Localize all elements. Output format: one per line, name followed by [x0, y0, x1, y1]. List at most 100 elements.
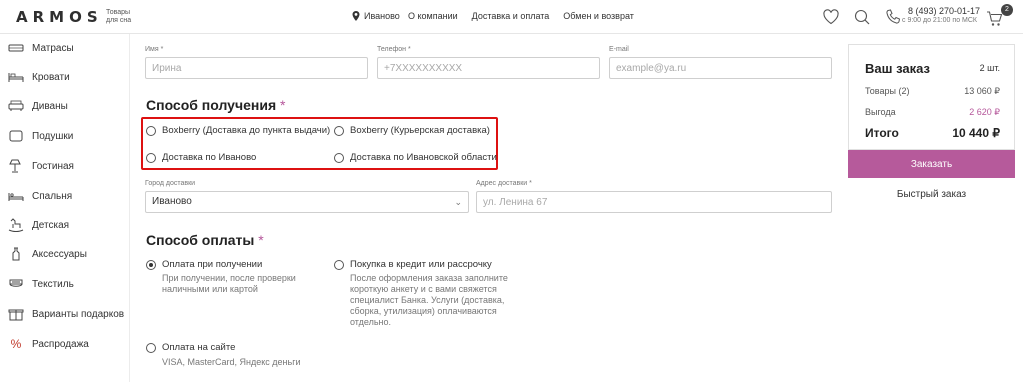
sidebar-item-label: Диваны [32, 100, 68, 112]
sidebar-item-beds[interactable]: Кровати [0, 63, 130, 91]
sidebar-item-label: Спальня [32, 190, 73, 202]
option-label: Boxberry (Курьерская доставка) [350, 125, 490, 136]
search-icon[interactable] [853, 8, 871, 26]
sidebar-item-label: Детская [32, 219, 70, 231]
logo-tagline-line1: Товары [106, 9, 131, 16]
quick-order-link[interactable]: Быстрый заказ [848, 189, 1015, 200]
radio-button[interactable] [146, 152, 156, 163]
order-summary-title: Ваш заказ [865, 61, 930, 76]
order-quantity: 2 шт. [979, 63, 1000, 73]
bed-icon [8, 70, 24, 84]
place-order-button[interactable]: Заказать [848, 150, 1015, 178]
address-field[interactable] [476, 191, 832, 213]
option-label: Доставка по Ивановской области [350, 152, 497, 163]
option-label: Оплата на сайте [162, 342, 236, 353]
required-mark: * [280, 97, 286, 113]
payment-option-credit[interactable]: Покупка в кредит или рассрочку [334, 259, 492, 270]
required-mark: * [258, 232, 264, 248]
radio-button[interactable] [334, 259, 344, 270]
sidebar-item-label: Матрасы [32, 42, 74, 54]
benefit-value: 2 620 ₽ [969, 107, 1000, 117]
delivery-option-boxberry-courier[interactable]: Boxberry (Курьерская доставка) [334, 125, 490, 136]
logo-tagline: Товары для сна [106, 9, 131, 25]
sidebar-item-bedroom[interactable]: Спальня [0, 182, 130, 210]
email-field[interactable] [609, 57, 832, 79]
goods-row: Товары (2) 13 060 ₽ [865, 86, 1000, 97]
logo[interactable]: ARMOS [16, 8, 103, 26]
option-label: Оплата при получении [162, 259, 263, 270]
pillow-icon [8, 129, 24, 143]
sofa-icon [8, 99, 24, 113]
logo-tagline-line2: для сна [106, 17, 132, 24]
description-line: специалист Банка. Услуги (доставка, [350, 295, 505, 305]
total-value: 10 440 ₽ [952, 126, 1000, 140]
payment-option-on-delivery[interactable]: Оплата при получении [146, 259, 262, 270]
name-label: Имя * [145, 46, 164, 53]
nav-delivery-payment[interactable]: Доставка и оплата [472, 11, 550, 21]
towel-icon [8, 277, 24, 291]
sidebar-item-mattresses[interactable]: Матрасы [0, 34, 130, 62]
phone-number[interactable]: 8 (493) 270-01-17 [908, 6, 980, 16]
sidebar-item-sale[interactable]: % Распродажа [0, 330, 130, 358]
radio-button[interactable] [146, 342, 156, 353]
delivery-title-text: Способ получения [146, 97, 277, 113]
city-delivery-label: Город доставки [145, 180, 196, 187]
radio-button-checked[interactable] [146, 259, 156, 270]
sidebar-item-label: Кровати [32, 71, 70, 83]
option-label: Доставка по Иваново [162, 152, 257, 163]
sidebar-item-pillows[interactable]: Подушки [0, 122, 130, 150]
rocking-horse-icon [8, 218, 24, 232]
sidebar-item-label: Гостиная [32, 160, 74, 172]
delivery-option-boxberry-pickup[interactable]: Boxberry (Доставка до пункта выдачи) [146, 125, 330, 136]
category-sidebar: Матрасы Кровати Диваны Подушки Гостиная … [0, 34, 130, 382]
total-label: Итого [865, 126, 899, 140]
percent-icon: % [10, 337, 22, 351]
delivery-method-title: Способ получения * [146, 97, 285, 113]
delivery-option-ivanovo[interactable]: Доставка по Иваново [146, 152, 256, 163]
radio-button[interactable] [146, 125, 156, 136]
sidebar-item-label: Подушки [32, 130, 74, 142]
phone-hours: с 9:00 до 21:00 по МСК [902, 17, 977, 24]
sidebar-item-label: Текстиль [32, 278, 74, 290]
nav-returns[interactable]: Обмен и возврат [563, 11, 634, 21]
sidebar-item-accessories[interactable]: Аксессуары [0, 240, 130, 268]
goods-label: Товары (2) [865, 86, 910, 96]
payment-method-title: Способ оплаты * [146, 232, 264, 248]
delivery-option-ivanovo-region[interactable]: Доставка по Ивановской области [334, 152, 497, 163]
sidebar-item-textile[interactable]: Текстиль [0, 270, 130, 298]
city-select[interactable]: Иваново ⌄ [145, 191, 469, 213]
address-label: Адрес доставки * [476, 180, 532, 187]
sidebar-item-living-room[interactable]: Гостиная [0, 152, 130, 180]
radio-button[interactable] [334, 125, 344, 136]
city-select-value: Иваново [152, 196, 192, 207]
name-field[interactable] [145, 57, 368, 79]
heart-icon[interactable] [822, 8, 840, 26]
radio-button[interactable] [334, 152, 344, 163]
sidebar-item-gifts[interactable]: Варианты подарков [0, 300, 130, 328]
payment-credit-description: После оформления заказа заполните коротк… [350, 273, 508, 328]
bedroom-icon [8, 189, 24, 203]
city-selector[interactable]: Иваново [352, 11, 400, 21]
phone-icon[interactable] [884, 8, 902, 26]
email-label: E-mail [609, 46, 629, 53]
option-label: Покупка в кредит или рассрочку [350, 259, 492, 270]
benefit-row: Выгода 2 620 ₽ [865, 107, 1000, 118]
nav-about[interactable]: О компании [408, 11, 458, 21]
payment-title-text: Способ оплаты [146, 232, 255, 248]
description-line: сборка, утилизация) оплачиваются [350, 306, 497, 316]
payment-online-description: VISA, MasterCard, Яндекс деньги [162, 357, 301, 367]
site-header: ARMOS Товары для сна Иваново О компании … [0, 0, 1023, 34]
city-label: Иваново [364, 11, 400, 21]
sidebar-item-kids[interactable]: Детская [0, 211, 130, 239]
goods-value: 13 060 ₽ [964, 86, 1000, 96]
chevron-down-icon: ⌄ [454, 197, 462, 207]
payment-option-online[interactable]: Оплата на сайте [146, 342, 235, 353]
phone-label: Телефон * [377, 46, 411, 53]
sidebar-item-label: Варианты подарков [32, 308, 125, 320]
mattress-icon [8, 41, 24, 55]
phone-field[interactable] [377, 57, 600, 79]
description-line: короткую анкету и с вами свяжется [350, 284, 497, 294]
sidebar-item-sofas[interactable]: Диваны [0, 92, 130, 120]
payment-on-delivery-description: При получении, после проверки наличными … [162, 273, 296, 295]
sidebar-item-label: Аксессуары [32, 248, 87, 260]
